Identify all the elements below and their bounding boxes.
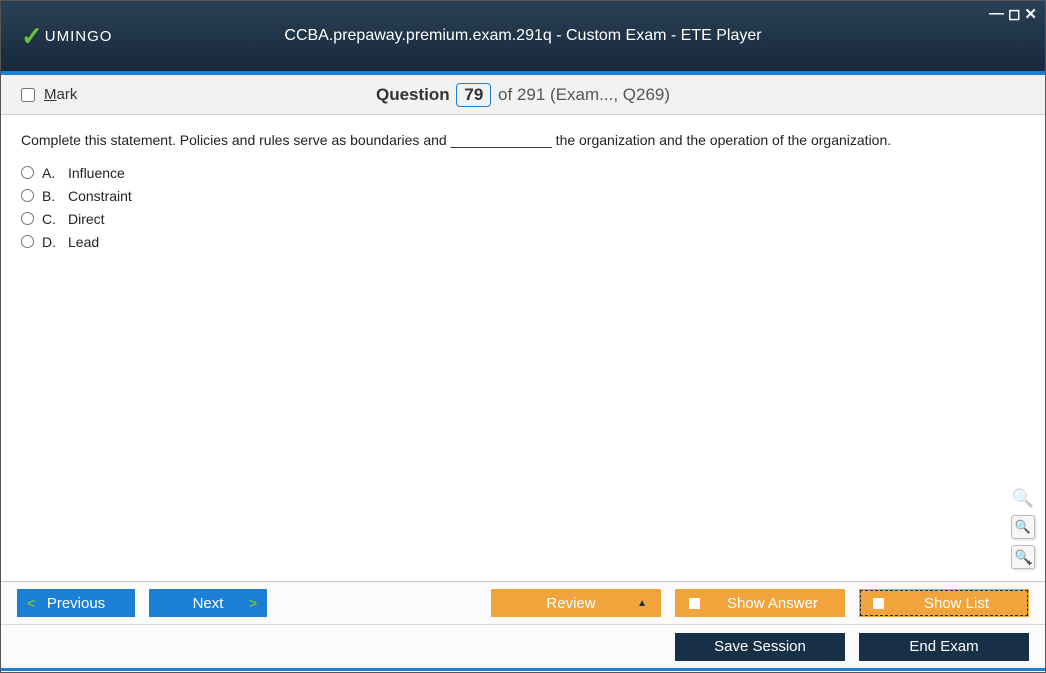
- previous-button[interactable]: < Previous: [17, 589, 135, 617]
- show-answer-button[interactable]: Show Answer: [675, 589, 845, 617]
- chevron-right-icon: >: [249, 595, 257, 611]
- answer-letter: A.: [42, 165, 60, 181]
- show-list-button[interactable]: Show List: [859, 589, 1029, 617]
- minimize-icon[interactable]: —: [989, 5, 1004, 23]
- end-exam-label: End Exam: [909, 638, 978, 655]
- footer-row-1: < Previous Next > Review ▲ Show Answer S…: [1, 582, 1045, 624]
- show-answer-label: Show Answer: [700, 595, 845, 612]
- question-number-box[interactable]: 79: [456, 83, 491, 107]
- answer-option-d[interactable]: D. Lead: [21, 234, 1025, 250]
- footer-row-2: Save Session End Exam: [1, 624, 1045, 668]
- maximize-icon[interactable]: ◻: [1008, 5, 1020, 23]
- next-label: Next: [193, 595, 224, 612]
- answer-radio[interactable]: [21, 235, 34, 248]
- mark-label: Mark: [44, 86, 77, 103]
- logo-check-icon: ✓: [21, 21, 43, 52]
- previous-label: Previous: [47, 595, 105, 612]
- question-label: Question: [376, 85, 450, 104]
- square-icon: [689, 598, 700, 609]
- answer-letter: C.: [42, 211, 60, 227]
- square-icon: [873, 598, 884, 609]
- zoom-in-icon[interactable]: 🔍+: [1011, 515, 1035, 539]
- side-tools: 🔍 🔍+ 🔍-: [1011, 488, 1035, 569]
- answer-text: Influence: [68, 165, 125, 181]
- search-icon[interactable]: 🔍: [1012, 488, 1034, 509]
- info-bar: Mark Question 79 of 291 (Exam..., Q269): [1, 75, 1045, 115]
- question-indicator: Question 79 of 291 (Exam..., Q269): [1, 83, 1045, 107]
- end-exam-button[interactable]: End Exam: [859, 633, 1029, 661]
- zoom-out-icon[interactable]: 🔍-: [1011, 545, 1035, 569]
- answers-list: A. Influence B. Constraint C. Direct D. …: [21, 165, 1025, 250]
- question-text: Complete this statement. Policies and ru…: [21, 131, 1025, 151]
- answer-text: Lead: [68, 234, 99, 250]
- save-session-button[interactable]: Save Session: [675, 633, 845, 661]
- save-session-label: Save Session: [714, 638, 806, 655]
- logo-text: UMINGO: [45, 28, 113, 45]
- answer-option-b[interactable]: B. Constraint: [21, 188, 1025, 204]
- bottom-accent: [1, 668, 1045, 671]
- logo: ✓ UMINGO: [21, 21, 112, 52]
- answer-text: Constraint: [68, 188, 132, 204]
- answer-option-c[interactable]: C. Direct: [21, 211, 1025, 227]
- review-button[interactable]: Review ▲: [491, 589, 661, 617]
- mark-checkbox-wrap[interactable]: Mark: [17, 85, 77, 105]
- app-title: CCBA.prepaway.premium.exam.291q - Custom…: [1, 27, 1045, 45]
- show-list-label: Show List: [884, 595, 1029, 612]
- answer-option-a[interactable]: A. Influence: [21, 165, 1025, 181]
- question-of-text: of 291 (Exam..., Q269): [498, 85, 670, 104]
- content-area: Complete this statement. Policies and ru…: [1, 115, 1045, 581]
- answer-letter: D.: [42, 234, 60, 250]
- footer: < Previous Next > Review ▲ Show Answer S…: [1, 581, 1045, 668]
- answer-text: Direct: [68, 211, 105, 227]
- next-button[interactable]: Next >: [149, 589, 267, 617]
- mark-checkbox[interactable]: [21, 88, 35, 102]
- close-icon[interactable]: ✕: [1024, 5, 1037, 23]
- window-controls: — ◻ ✕: [989, 5, 1037, 23]
- titlebar: ✓ UMINGO CCBA.prepaway.premium.exam.291q…: [1, 1, 1045, 71]
- answer-letter: B.: [42, 188, 60, 204]
- answer-radio[interactable]: [21, 212, 34, 225]
- triangle-up-icon: ▲: [637, 598, 647, 609]
- chevron-left-icon: <: [27, 595, 35, 611]
- review-label: Review: [546, 595, 595, 612]
- answer-radio[interactable]: [21, 189, 34, 202]
- answer-radio[interactable]: [21, 166, 34, 179]
